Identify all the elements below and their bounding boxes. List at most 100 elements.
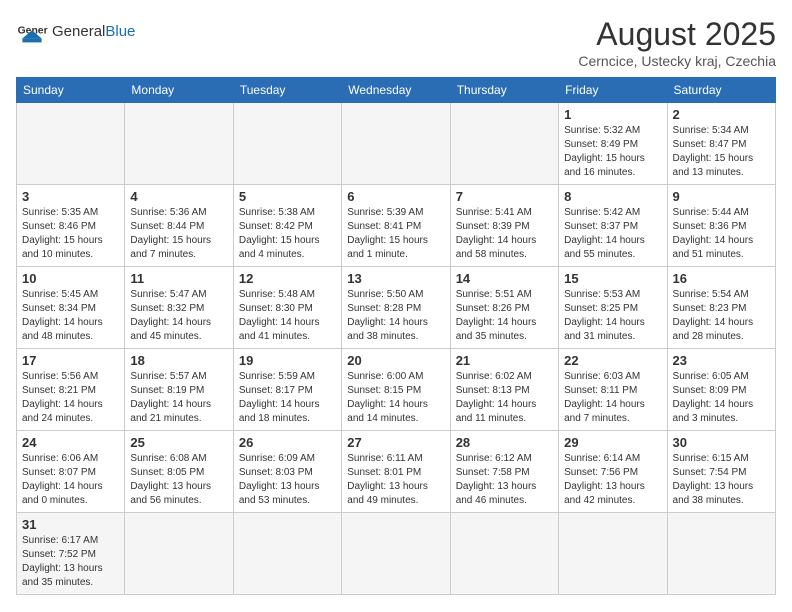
day-number: 19: [239, 353, 336, 368]
calendar-week-row: 10 Sunrise: 5:45 AM Sunset: 8:34 PM Dayli…: [17, 267, 776, 349]
logo-blue: Blue: [105, 23, 135, 40]
calendar-cell: 26 Sunrise: 6:09 AM Sunset: 8:03 PM Dayli…: [233, 431, 341, 513]
day-number: 10: [22, 271, 119, 286]
day-number: 3: [22, 189, 119, 204]
day-info: Sunrise: 6:17 AM Sunset: 7:52 PM Dayligh…: [22, 534, 119, 590]
day-info: Sunrise: 6:14 AM Sunset: 7:56 PM Dayligh…: [564, 452, 661, 508]
calendar-cell: 19 Sunrise: 5:59 AM Sunset: 8:17 PM Dayli…: [233, 349, 341, 431]
day-number: 14: [456, 271, 553, 286]
day-info: Sunrise: 5:56 AM Sunset: 8:21 PM Dayligh…: [22, 370, 119, 426]
day-number: 24: [22, 435, 119, 450]
day-number: 28: [456, 435, 553, 450]
day-number: 2: [673, 107, 770, 122]
title-block: August 2025 Cerncice, Ustecky kraj, Czec…: [578, 16, 776, 69]
day-number: 21: [456, 353, 553, 368]
day-number: 4: [130, 189, 227, 204]
calendar-cell: [667, 513, 775, 595]
calendar-week-row: 17 Sunrise: 5:56 AM Sunset: 8:21 PM Dayli…: [17, 349, 776, 431]
calendar-cell: [559, 513, 667, 595]
day-number: 31: [22, 517, 119, 532]
calendar-cell: 14Sunrise: 5:51 AM Sunset: 8:26 PM Dayli…: [450, 267, 558, 349]
day-number: 17: [22, 353, 119, 368]
calendar-cell: 25Sunrise: 6:08 AM Sunset: 8:05 PM Dayli…: [125, 431, 233, 513]
day-number: 5: [239, 189, 336, 204]
day-number: 15: [564, 271, 661, 286]
day-number: 8: [564, 189, 661, 204]
day-info: Sunrise: 5:44 AM Sunset: 8:36 PM Dayligh…: [673, 206, 770, 262]
calendar-cell: 10 Sunrise: 5:45 AM Sunset: 8:34 PM Dayli…: [17, 267, 125, 349]
calendar-cell: 8 Sunrise: 5:42 AM Sunset: 8:37 PM Daylig…: [559, 185, 667, 267]
calendar-cell: 4 Sunrise: 5:36 AM Sunset: 8:44 PM Daylig…: [125, 185, 233, 267]
col-header-friday: Friday: [559, 78, 667, 103]
day-info: Sunrise: 6:15 AM Sunset: 7:54 PM Dayligh…: [673, 452, 770, 508]
day-info: Sunrise: 5:59 AM Sunset: 8:17 PM Dayligh…: [239, 370, 336, 426]
calendar-cell: 9Sunrise: 5:44 AM Sunset: 8:36 PM Daylig…: [667, 185, 775, 267]
day-info: Sunrise: 5:39 AM Sunset: 8:41 PM Dayligh…: [347, 206, 444, 262]
day-info: Sunrise: 5:42 AM Sunset: 8:37 PM Dayligh…: [564, 206, 661, 262]
day-number: 13: [347, 271, 444, 286]
day-info: Sunrise: 5:35 AM Sunset: 8:46 PM Dayligh…: [22, 206, 119, 262]
day-number: 20: [347, 353, 444, 368]
day-number: 6: [347, 189, 444, 204]
calendar-cell: 27Sunrise: 6:11 AM Sunset: 8:01 PM Dayli…: [342, 431, 450, 513]
day-info: Sunrise: 5:32 AM Sunset: 8:49 PM Dayligh…: [564, 124, 661, 180]
logo-general: General: [52, 23, 105, 40]
day-info: Sunrise: 5:45 AM Sunset: 8:34 PM Dayligh…: [22, 288, 119, 344]
calendar-cell: 31 Sunrise: 6:17 AM Sunset: 7:52 PM Dayli…: [17, 513, 125, 595]
calendar-cell: 22Sunrise: 6:03 AM Sunset: 8:11 PM Dayli…: [559, 349, 667, 431]
logo: General GeneralBlue: [16, 16, 135, 48]
col-header-thursday: Thursday: [450, 78, 558, 103]
day-number: 23: [673, 353, 770, 368]
day-info: Sunrise: 6:12 AM Sunset: 7:58 PM Dayligh…: [456, 452, 553, 508]
calendar-table: SundayMondayTuesdayWednesdayThursdayFrid…: [16, 77, 776, 595]
location-subtitle: Cerncice, Ustecky kraj, Czechia: [578, 53, 776, 69]
calendar-week-row: 24 Sunrise: 6:06 AM Sunset: 8:07 PM Dayli…: [17, 431, 776, 513]
day-info: Sunrise: 5:57 AM Sunset: 8:19 PM Dayligh…: [130, 370, 227, 426]
calendar-cell: 29 Sunrise: 6:14 AM Sunset: 7:56 PM Dayli…: [559, 431, 667, 513]
day-info: Sunrise: 5:54 AM Sunset: 8:23 PM Dayligh…: [673, 288, 770, 344]
day-info: Sunrise: 6:02 AM Sunset: 8:13 PM Dayligh…: [456, 370, 553, 426]
calendar-cell: 21 Sunrise: 6:02 AM Sunset: 8:13 PM Dayli…: [450, 349, 558, 431]
calendar-cell: 3 Sunrise: 5:35 AM Sunset: 8:46 PM Daylig…: [17, 185, 125, 267]
calendar-cell: 18Sunrise: 5:57 AM Sunset: 8:19 PM Dayli…: [125, 349, 233, 431]
calendar-cell: 17 Sunrise: 5:56 AM Sunset: 8:21 PM Dayli…: [17, 349, 125, 431]
calendar-week-row: 1 Sunrise: 5:32 AM Sunset: 8:49 PM Daylig…: [17, 103, 776, 185]
calendar-cell: [342, 513, 450, 595]
month-title: August 2025: [578, 16, 776, 53]
day-info: Sunrise: 6:06 AM Sunset: 8:07 PM Dayligh…: [22, 452, 119, 508]
calendar-cell: [125, 513, 233, 595]
day-number: 29: [564, 435, 661, 450]
calendar-cell: [233, 103, 341, 185]
day-info: Sunrise: 5:34 AM Sunset: 8:47 PM Dayligh…: [673, 124, 770, 180]
calendar-cell: 12Sunrise: 5:48 AM Sunset: 8:30 PM Dayli…: [233, 267, 341, 349]
day-number: 1: [564, 107, 661, 122]
day-number: 11: [130, 271, 227, 286]
calendar-cell: 7 Sunrise: 5:41 AM Sunset: 8:39 PM Daylig…: [450, 185, 558, 267]
calendar-cell: 15Sunrise: 5:53 AM Sunset: 8:25 PM Dayli…: [559, 267, 667, 349]
calendar-cell: 30Sunrise: 6:15 AM Sunset: 7:54 PM Dayli…: [667, 431, 775, 513]
day-info: Sunrise: 6:03 AM Sunset: 8:11 PM Dayligh…: [564, 370, 661, 426]
calendar-cell: 11Sunrise: 5:47 AM Sunset: 8:32 PM Dayli…: [125, 267, 233, 349]
calendar-cell: 24 Sunrise: 6:06 AM Sunset: 8:07 PM Dayli…: [17, 431, 125, 513]
calendar-cell: 1 Sunrise: 5:32 AM Sunset: 8:49 PM Daylig…: [559, 103, 667, 185]
day-info: Sunrise: 6:11 AM Sunset: 8:01 PM Dayligh…: [347, 452, 444, 508]
day-number: 26: [239, 435, 336, 450]
day-info: Sunrise: 5:36 AM Sunset: 8:44 PM Dayligh…: [130, 206, 227, 262]
calendar-cell: [233, 513, 341, 595]
calendar-cell: 20 Sunrise: 6:00 AM Sunset: 8:15 PM Dayli…: [342, 349, 450, 431]
calendar-cell: 28 Sunrise: 6:12 AM Sunset: 7:58 PM Dayli…: [450, 431, 558, 513]
day-number: 7: [456, 189, 553, 204]
day-info: Sunrise: 6:09 AM Sunset: 8:03 PM Dayligh…: [239, 452, 336, 508]
calendar-cell: 5 Sunrise: 5:38 AM Sunset: 8:42 PM Daylig…: [233, 185, 341, 267]
col-header-tuesday: Tuesday: [233, 78, 341, 103]
calendar-cell: [342, 103, 450, 185]
day-info: Sunrise: 6:00 AM Sunset: 8:15 PM Dayligh…: [347, 370, 444, 426]
calendar-header-row: SundayMondayTuesdayWednesdayThursdayFrid…: [17, 78, 776, 103]
day-info: Sunrise: 6:05 AM Sunset: 8:09 PM Dayligh…: [673, 370, 770, 426]
day-info: Sunrise: 5:41 AM Sunset: 8:39 PM Dayligh…: [456, 206, 553, 262]
day-info: Sunrise: 5:50 AM Sunset: 8:28 PM Dayligh…: [347, 288, 444, 344]
calendar-cell: [17, 103, 125, 185]
day-info: Sunrise: 5:38 AM Sunset: 8:42 PM Dayligh…: [239, 206, 336, 262]
calendar-cell: [125, 103, 233, 185]
day-number: 25: [130, 435, 227, 450]
